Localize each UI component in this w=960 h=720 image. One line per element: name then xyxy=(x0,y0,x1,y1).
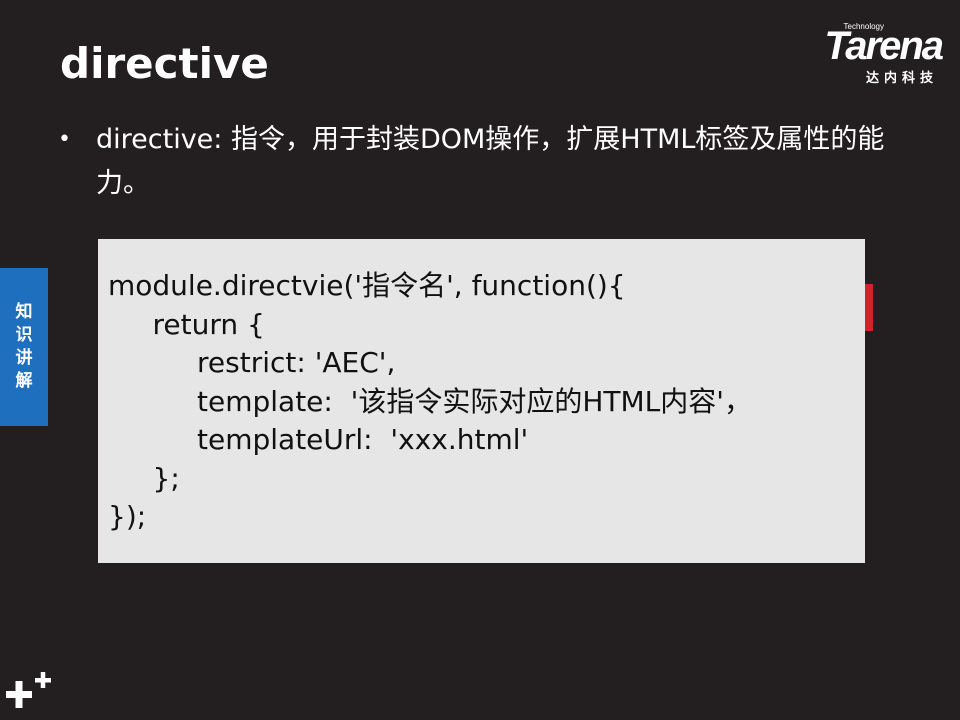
code-line: restrict: 'AEC', xyxy=(108,346,396,379)
bullet-point: • directive: 指令，用于封装DOM操作，扩展HTML标签及属性的能力… xyxy=(58,118,898,206)
bullet-marker: • xyxy=(58,127,71,152)
code-line: templateUrl: 'xxx.html' xyxy=(108,423,529,456)
code-block: module.directvie('指令名', function(){ retu… xyxy=(98,239,865,563)
bullet-text: directive: 指令，用于封装DOM操作，扩展HTML标签及属性的能力。 xyxy=(96,124,885,199)
side-tab-knowledge: 知 识 讲 解 xyxy=(0,268,48,426)
plus-cluster-icon xyxy=(6,672,51,708)
logo-wordmark: Tarena xyxy=(824,24,944,68)
code-line: }); xyxy=(108,500,147,533)
slide-title: directive xyxy=(60,39,269,88)
code-line: }; xyxy=(108,461,180,495)
side-tab-char: 解 xyxy=(15,371,33,391)
tarena-logo: Technology Tarena 达内科技 xyxy=(767,22,944,86)
code-line: template: '该指令实际对应的HTML内容'， xyxy=(108,384,752,418)
side-tab-char: 知 xyxy=(15,302,33,322)
logo-chinese: 达内科技 xyxy=(865,71,938,86)
side-tab-char: 识 xyxy=(15,325,33,345)
side-tab-char: 讲 xyxy=(15,348,33,368)
code-line: return { xyxy=(108,307,265,341)
code-line: module.directvie('指令名', function(){ xyxy=(108,269,626,302)
